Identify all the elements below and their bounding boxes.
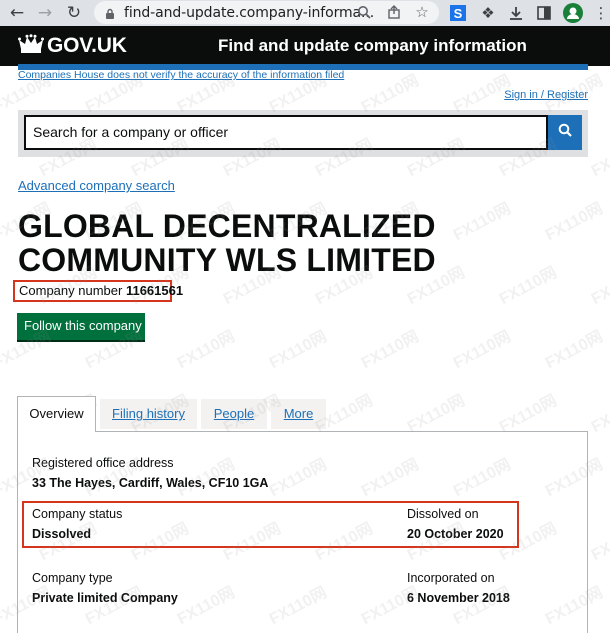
watermark-text: FX110网	[266, 328, 330, 373]
company-type-value: Private limited Company	[32, 591, 178, 605]
tab-more[interactable]: More	[271, 399, 326, 429]
crown-icon	[18, 34, 44, 56]
extension-s-icon[interactable]: S	[448, 3, 468, 23]
tab-people[interactable]: People	[201, 399, 267, 429]
dissolved-on-value: 20 October 2020	[407, 527, 504, 541]
watermark-text: FX110网	[588, 136, 610, 181]
tab-overview[interactable]: Overview	[17, 396, 96, 432]
registered-office-value: 33 The Hayes, Cardiff, Wales, CF10 1GA	[32, 476, 269, 490]
watermark-text: FX110网	[542, 328, 606, 373]
search-panel: Search for a company or officer	[18, 110, 588, 157]
company-name-line1: GLOBAL DECENTRALIZED	[18, 208, 436, 244]
disclaimer-link[interactable]: Companies House does not verify the accu…	[18, 69, 344, 81]
menu-icon[interactable]: ⋮	[591, 3, 610, 23]
company-status-value: Dissolved	[32, 527, 92, 541]
govuk-logo[interactable]: GOV.UK	[47, 34, 127, 58]
share-icon[interactable]	[385, 3, 403, 21]
reload-icon[interactable]: ↻	[63, 2, 85, 24]
url-text: find-and-update.company-informa...	[124, 4, 375, 21]
incorporated-on-value: 6 November 2018	[407, 591, 510, 605]
company-number-value: 11661561	[125, 283, 184, 298]
back-icon[interactable]: ←	[6, 2, 28, 24]
browser-toolbar: ← → ↻ find-and-update.company-informa...…	[0, 0, 610, 26]
tab-filing-history[interactable]: Filing history	[100, 399, 197, 429]
puzzle-icon[interactable]: ❖	[478, 3, 498, 23]
company-number: Company number 11661561	[13, 280, 183, 302]
watermark-text: FX110网	[588, 520, 610, 565]
download-icon[interactable]	[506, 3, 526, 23]
sign-in-link[interactable]: Sign in / Register	[504, 89, 588, 101]
search-icon	[558, 123, 572, 142]
svg-text:S: S	[454, 6, 463, 21]
search-input[interactable]: Search for a company or officer	[24, 115, 548, 150]
watermark-text: FX110网	[450, 328, 514, 373]
dissolved-on-label: Dissolved on	[407, 507, 479, 521]
watermark-text: FX110网	[588, 392, 610, 437]
watermark-text: FX110网	[404, 392, 468, 437]
company-number-label: Company number	[19, 283, 123, 298]
forward-icon[interactable]: →	[34, 2, 56, 24]
follow-company-button[interactable]: Follow this company	[17, 313, 145, 340]
watermark-text: FX110网	[174, 328, 238, 373]
watermark-text: FX110网	[496, 392, 560, 437]
watermark-text: FX110网	[588, 264, 610, 309]
sidepanel-icon[interactable]	[534, 3, 554, 23]
service-name[interactable]: Find and update company information	[218, 36, 527, 56]
zoom-icon[interactable]	[355, 3, 373, 21]
lock-icon	[104, 7, 116, 19]
incorporated-on-label: Incorporated on	[407, 571, 495, 585]
govuk-header: GOV.UK Find and update company informati…	[0, 26, 610, 66]
company-type-label: Company type	[32, 571, 113, 585]
watermark-text: FX110网	[358, 328, 422, 373]
search-button[interactable]	[548, 115, 582, 150]
company-status-label: Company status	[32, 507, 123, 521]
advanced-search-link[interactable]: Advanced company search	[18, 178, 175, 193]
registered-office-label: Registered office address	[32, 456, 174, 470]
star-icon[interactable]: ☆	[413, 3, 431, 21]
company-name: GLOBAL DECENTRALIZED COMMUNITY WLS LIMIT…	[18, 209, 578, 277]
company-name-line2: COMMUNITY WLS LIMITED	[18, 242, 436, 278]
profile-icon[interactable]	[563, 3, 583, 23]
